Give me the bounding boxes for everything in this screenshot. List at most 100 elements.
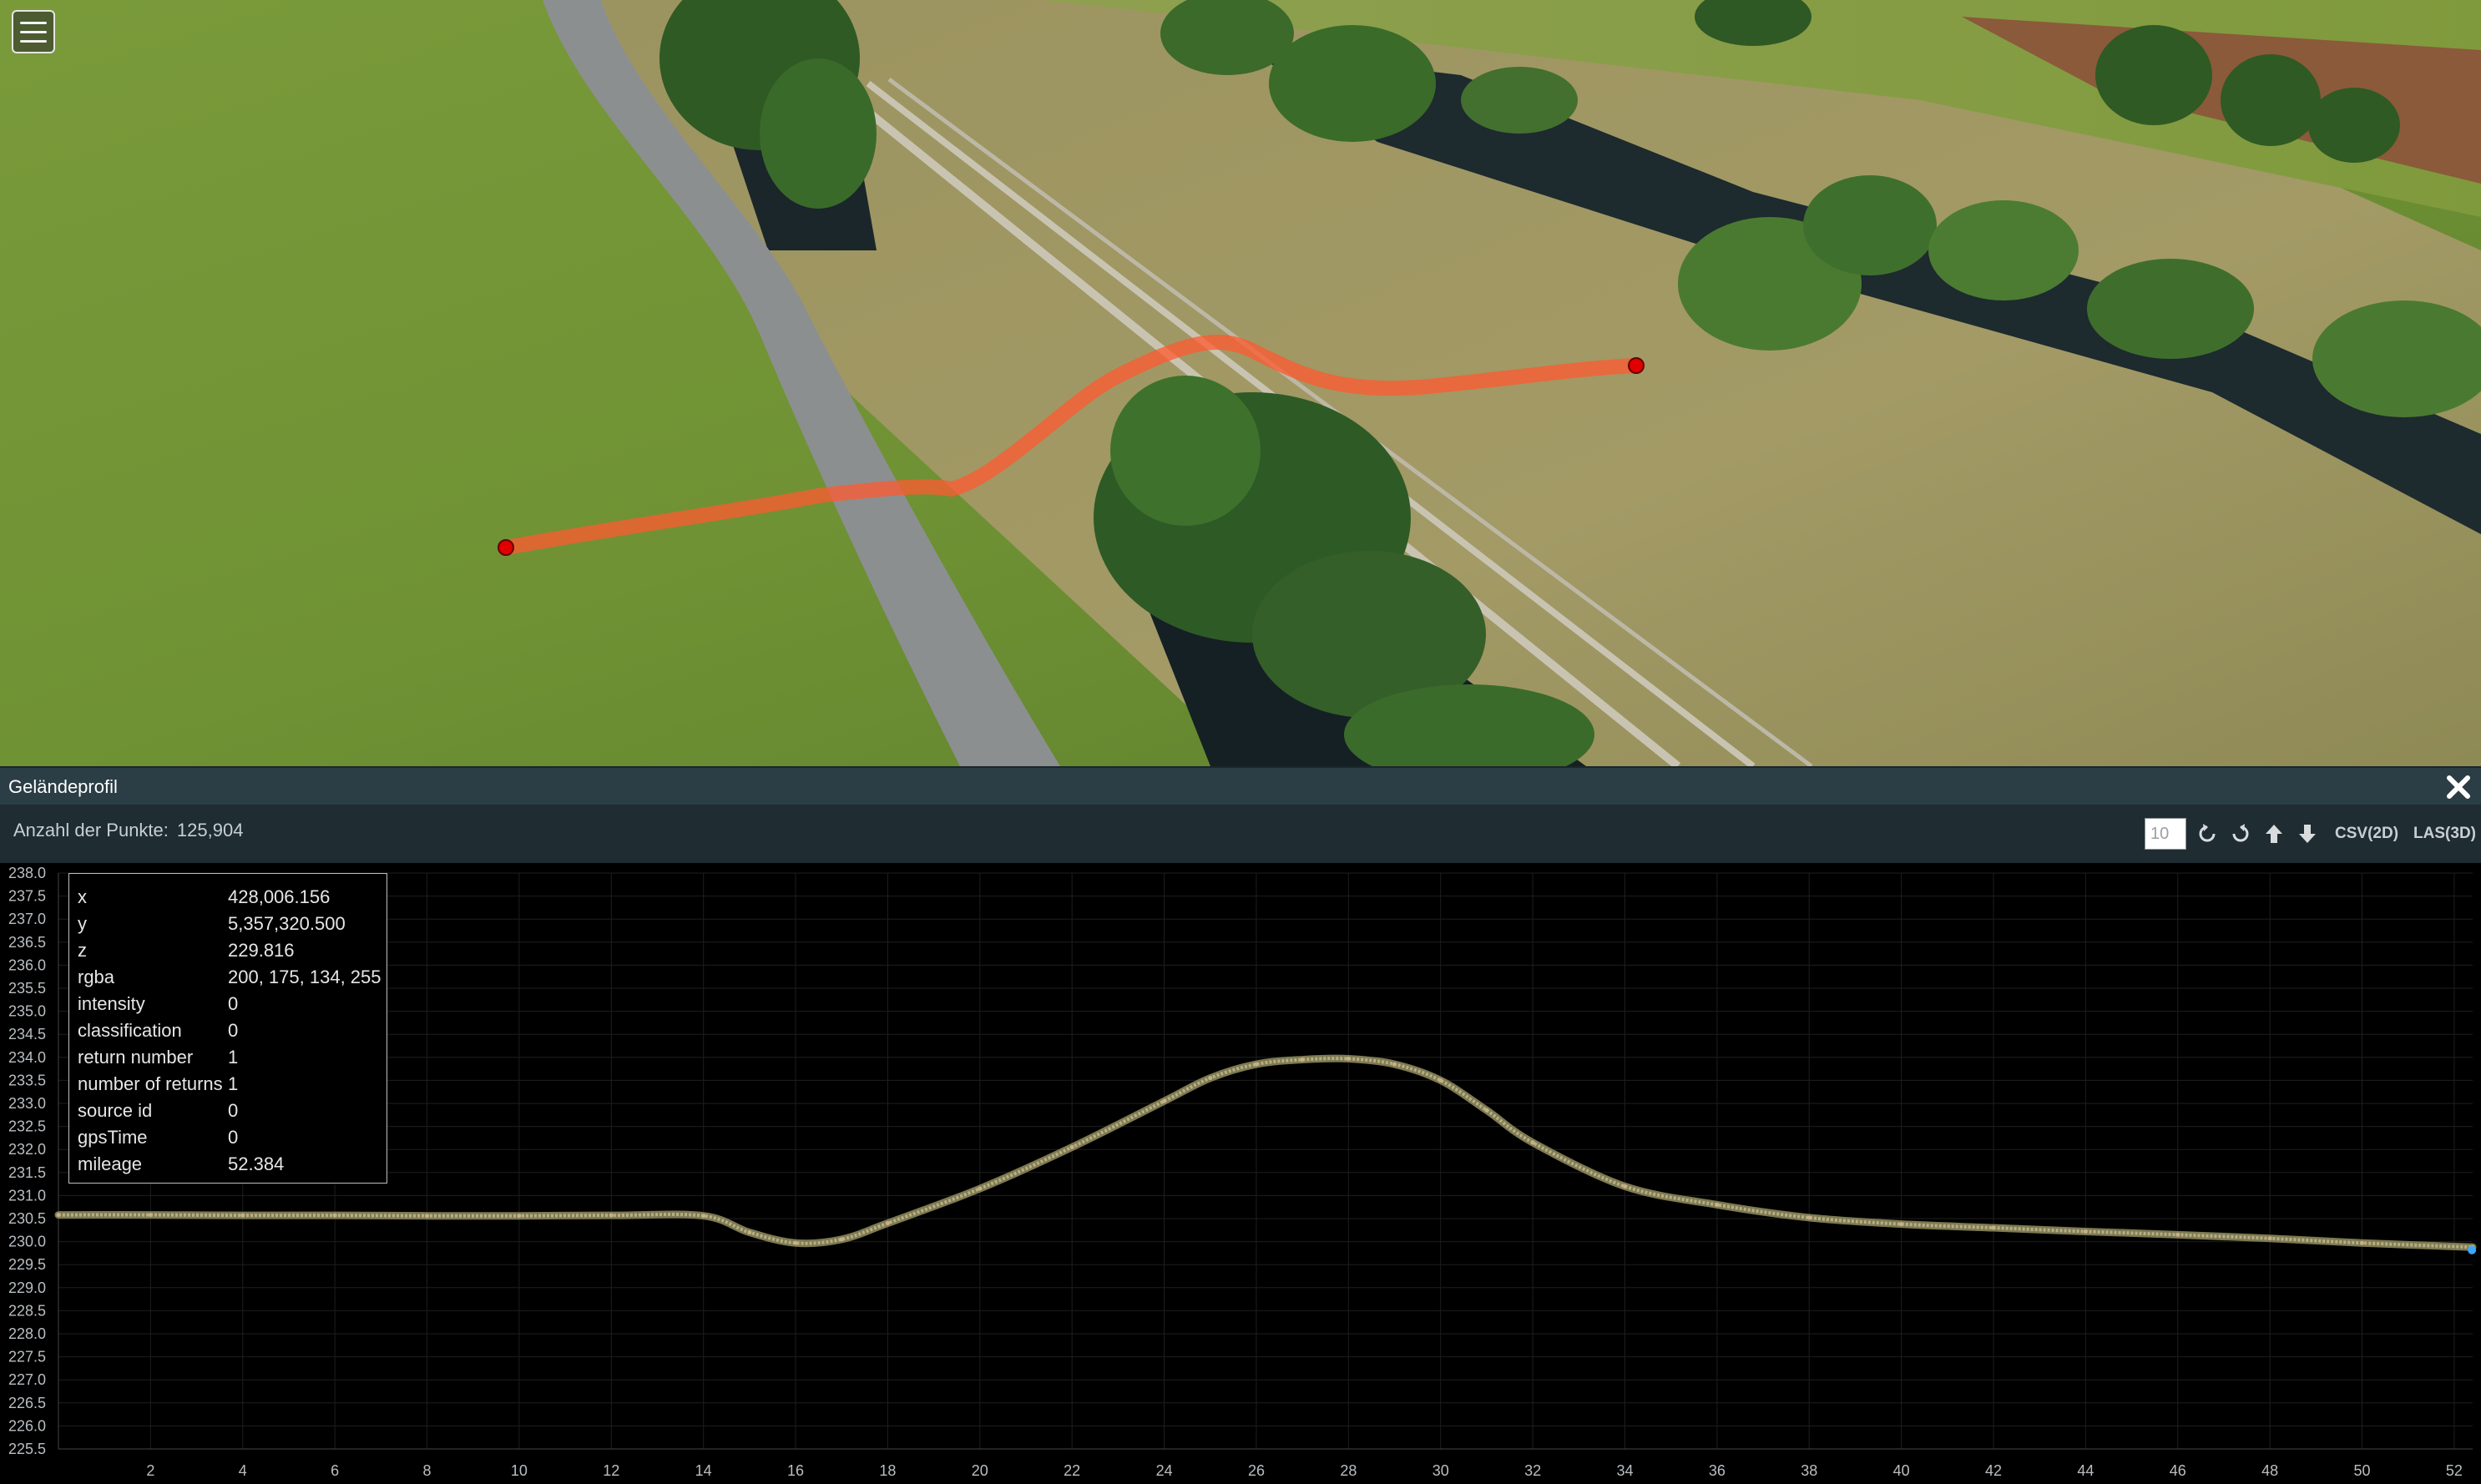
profile-point — [1392, 1062, 1397, 1067]
profile-point — [2083, 1229, 2088, 1234]
x-tick-label: 16 — [787, 1462, 804, 1479]
point-cloud-viewport[interactable] — [0, 0, 2481, 766]
info-key: y — [78, 913, 87, 934]
info-key: mileage — [78, 1153, 143, 1174]
profile-point — [1162, 1098, 1167, 1103]
point-count: Anzahl der Punkte: 125,904 — [13, 820, 243, 841]
info-value: 5,357,320.500 — [228, 913, 346, 934]
info-value: 1 — [228, 1047, 239, 1068]
move-up-icon — [2266, 825, 2283, 843]
info-row: number of returns 1 — [78, 1071, 387, 1098]
profile-point — [240, 1213, 245, 1218]
x-tick-label: 28 — [1340, 1462, 1357, 1479]
info-row: y 5,357,320.500 — [78, 911, 387, 937]
y-tick-label: 236.0 — [8, 957, 46, 973]
rotate-left-button[interactable] — [2195, 821, 2220, 846]
y-tick-label: 237.5 — [8, 888, 46, 905]
profile-point — [1346, 1056, 1351, 1061]
y-tick-label: 236.5 — [8, 934, 46, 951]
info-key: source id — [78, 1100, 153, 1121]
y-tick-label: 232.0 — [8, 1141, 46, 1158]
x-tick-label: 46 — [2170, 1462, 2186, 1479]
x-tick-label: 52 — [2446, 1462, 2463, 1479]
info-value: 1 — [228, 1073, 239, 1094]
profile-point — [425, 1214, 430, 1219]
profile-point — [2175, 1232, 2180, 1237]
profile-start-marker — [498, 539, 514, 556]
info-key: gpsTime — [78, 1127, 148, 1148]
profile-point — [793, 1240, 798, 1245]
x-tick-label: 6 — [331, 1462, 339, 1479]
x-tick-label: 38 — [1801, 1462, 1817, 1479]
move-down-icon — [2299, 825, 2317, 843]
x-tick-label: 26 — [1248, 1462, 1265, 1479]
x-tick-label: 42 — [1985, 1462, 2002, 1479]
info-key: return number — [78, 1047, 194, 1068]
profile-point — [885, 1221, 890, 1226]
move-up-button[interactable] — [2261, 821, 2286, 846]
y-tick-label: 232.5 — [8, 1118, 46, 1135]
info-value: 0 — [228, 993, 239, 1014]
info-row: source id 0 — [78, 1098, 387, 1124]
y-tick-label: 226.0 — [8, 1417, 46, 1434]
y-tick-label: 229.5 — [8, 1256, 46, 1273]
y-tick-label: 235.0 — [8, 1003, 46, 1020]
profile-point — [56, 1213, 61, 1218]
info-value: 200, 175, 134, 255 — [228, 967, 381, 987]
y-tick-label: 226.5 — [8, 1395, 46, 1411]
profile-point — [1300, 1057, 1305, 1063]
y-tick-label: 233.0 — [8, 1095, 46, 1112]
x-tick-label: 34 — [1616, 1462, 1633, 1479]
profile-point — [1622, 1184, 1627, 1189]
y-tick-label: 231.0 — [8, 1187, 46, 1204]
y-tick-label: 229.0 — [8, 1280, 46, 1296]
profile-point — [2267, 1236, 2272, 1241]
point-count-value: 125,904 — [176, 820, 244, 840]
x-tick-label: 48 — [2261, 1462, 2278, 1479]
point-count-label: Anzahl der Punkte: — [13, 820, 169, 840]
rotate-right-button[interactable] — [2228, 821, 2253, 846]
x-tick-label: 20 — [972, 1462, 988, 1479]
info-key: classification — [78, 1020, 182, 1041]
x-tick-label: 50 — [2354, 1462, 2371, 1479]
info-row: mileage 52.384 — [78, 1151, 387, 1178]
x-tick-label: 36 — [1709, 1462, 1726, 1479]
profile-point — [839, 1237, 844, 1242]
profile-point — [517, 1214, 522, 1219]
aerial-scene — [0, 0, 2481, 766]
profile-point — [1806, 1215, 1811, 1220]
y-tick-label: 238.0 — [8, 865, 46, 881]
y-tick-label: 230.0 — [8, 1234, 46, 1250]
x-tick-label: 18 — [879, 1462, 896, 1479]
info-key: rgba — [78, 967, 115, 987]
info-value: 229.816 — [228, 940, 295, 961]
profile-point — [1254, 1062, 1259, 1067]
export-las-button[interactable]: LAS(3D) — [2413, 825, 2476, 843]
menu-button[interactable] — [12, 10, 55, 53]
profile-width-input[interactable] — [2145, 818, 2187, 850]
info-key: x — [78, 886, 87, 907]
profile-point — [609, 1213, 614, 1218]
info-row: classification 0 — [78, 1017, 387, 1044]
y-tick-label: 231.5 — [8, 1164, 46, 1181]
hamburger-icon — [20, 21, 47, 24]
y-tick-label: 234.5 — [8, 1026, 46, 1042]
info-value: 52.384 — [228, 1153, 285, 1174]
info-row: z 229.816 — [78, 937, 387, 964]
y-tick-label: 234.0 — [8, 1049, 46, 1066]
y-tick-label: 228.5 — [8, 1302, 46, 1319]
x-tick-label: 30 — [1433, 1462, 1449, 1479]
export-csv-button[interactable]: CSV(2D) — [2335, 825, 2398, 843]
x-tick-label: 22 — [1064, 1462, 1080, 1479]
y-tick-label: 228.0 — [8, 1325, 46, 1342]
rotate-ccw-icon — [2199, 824, 2216, 842]
close-button[interactable] — [2444, 773, 2473, 801]
move-down-button[interactable] — [2295, 821, 2320, 846]
profile-end-marker — [1628, 357, 1645, 374]
x-tick-label: 24 — [1156, 1462, 1173, 1479]
profile-point — [1069, 1144, 1074, 1149]
x-tick-label: 40 — [1893, 1462, 1910, 1479]
profile-point — [1438, 1078, 1443, 1083]
info-key: intensity — [78, 993, 145, 1014]
info-row: gpsTime 0 — [78, 1124, 387, 1151]
